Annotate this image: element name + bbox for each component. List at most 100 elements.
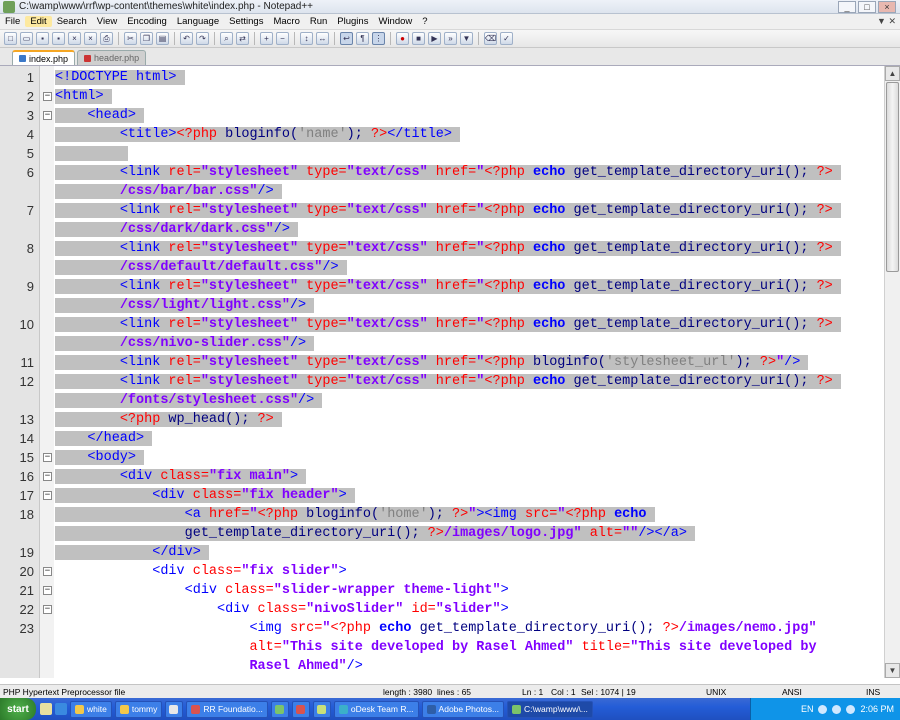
show-desktop-icon[interactable] <box>40 703 52 715</box>
taskbar-item[interactable] <box>270 700 289 718</box>
menu-plugins[interactable]: Plugins <box>332 16 373 27</box>
code-line[interactable]: 12 <link rel="stylesheet" type="text/css… <box>0 372 884 391</box>
taskbar-item[interactable] <box>165 700 184 718</box>
maximize-button[interactable]: □ <box>858 1 876 13</box>
code-line[interactable]: 5 <box>0 144 884 163</box>
wrap-icon[interactable]: ↩ <box>340 32 353 45</box>
tray-icon[interactable] <box>832 704 842 714</box>
code-editor[interactable]: 1 <!DOCTYPE html> 2− <html> 3− <head> 4 <t… <box>0 66 884 678</box>
taskbar-item[interactable] <box>312 700 331 718</box>
code-line[interactable]: /css/dark/dark.css"/> <box>0 220 884 239</box>
taskbar-item[interactable]: RR Foundatio... <box>186 700 268 718</box>
code-line[interactable]: /css/light/light.css"/> <box>0 296 884 315</box>
zoom-out-icon[interactable]: − <box>276 32 289 45</box>
menu-macro[interactable]: Macro <box>268 16 304 27</box>
vertical-scrollbar[interactable]: ▲ ▼ <box>884 66 900 678</box>
code-line[interactable]: /css/default/default.css"/> <box>0 258 884 277</box>
save-macro-icon[interactable]: ▼ <box>460 32 473 45</box>
record-icon[interactable]: ● <box>396 32 409 45</box>
play-multi-icon[interactable]: » <box>444 32 457 45</box>
code-line[interactable]: 8 <link rel="stylesheet" type="text/css"… <box>0 239 884 258</box>
code-line[interactable]: 3− <head> <box>0 106 884 125</box>
code-line[interactable]: 15− <body> <box>0 448 884 467</box>
code-line[interactable]: 11 <link rel="stylesheet" type="text/css… <box>0 353 884 372</box>
taskbar-item[interactable]: tommy <box>114 700 163 718</box>
menu-window[interactable]: Window <box>373 16 417 27</box>
menu-run[interactable]: Run <box>305 16 332 27</box>
spell-icon[interactable]: ✓ <box>500 32 513 45</box>
code-line[interactable]: 1 <!DOCTYPE html> <box>0 68 884 87</box>
stop-icon[interactable]: ■ <box>412 32 425 45</box>
replace-icon[interactable]: ⇄ <box>236 32 249 45</box>
menu-edit[interactable]: Edit <box>25 16 52 27</box>
menu-help[interactable]: ? <box>417 16 432 27</box>
ie-icon[interactable] <box>55 703 67 715</box>
menu-settings[interactable]: Settings <box>224 16 268 27</box>
code-line[interactable]: 20− <div class="fix slider"> <box>0 562 884 581</box>
tray-icon[interactable] <box>818 704 828 714</box>
indent-guide-icon[interactable]: ⋮ <box>372 32 385 45</box>
print-icon[interactable]: ⎙ <box>100 32 113 45</box>
fold-toggle-icon[interactable]: − <box>43 111 52 120</box>
new-icon[interactable]: □ <box>4 32 17 45</box>
code-line[interactable]: 13 <?php wp_head(); ?> <box>0 410 884 429</box>
code-line[interactable]: 16− <div class="fix main"> <box>0 467 884 486</box>
code-line[interactable]: /css/bar/bar.css"/> <box>0 182 884 201</box>
menu-language[interactable]: Language <box>172 16 224 27</box>
tab-index-php[interactable]: index.php <box>12 50 76 65</box>
tab-header-php[interactable]: header.php <box>77 50 147 65</box>
redo-icon[interactable]: ↷ <box>196 32 209 45</box>
code-line[interactable]: 18 <a href="<?php bloginfo('home'); ?>">… <box>0 505 884 524</box>
close-button[interactable]: × <box>878 1 896 13</box>
minimize-button[interactable]: _ <box>838 1 856 13</box>
code-line[interactable]: 21− <div class="slider-wrapper theme-lig… <box>0 581 884 600</box>
code-line[interactable]: /fonts/stylesheet.css"/> <box>0 391 884 410</box>
menu-search[interactable]: Search <box>52 16 92 27</box>
scroll-up-icon[interactable]: ▲ <box>885 66 900 81</box>
code-line[interactable]: 19 </div> <box>0 543 884 562</box>
close-all-icon[interactable]: × <box>84 32 97 45</box>
code-line[interactable]: 10 <link rel="stylesheet" type="text/css… <box>0 315 884 334</box>
paste-icon[interactable]: ▤ <box>156 32 169 45</box>
menu-encoding[interactable]: Encoding <box>122 16 172 27</box>
menu-file[interactable]: File <box>0 16 25 27</box>
undo-icon[interactable]: ↶ <box>180 32 193 45</box>
taskbar-item[interactable]: Adobe Photos... <box>421 700 505 718</box>
code-line[interactable]: 17− <div class="fix header"> <box>0 486 884 505</box>
scroll-down-icon[interactable]: ▼ <box>885 663 900 678</box>
play-icon[interactable]: ▶ <box>428 32 441 45</box>
code-line[interactable]: get_template_directory_uri(); ?>/images/… <box>0 524 884 543</box>
taskbar-item[interactable] <box>291 700 310 718</box>
code-line[interactable]: 6 <link rel="stylesheet" type="text/css"… <box>0 163 884 182</box>
taskbar-item[interactable]: white <box>70 700 112 718</box>
fold-toggle-icon[interactable]: − <box>43 92 52 101</box>
code-line[interactable]: 7 <link rel="stylesheet" type="text/css"… <box>0 201 884 220</box>
volume-icon[interactable] <box>846 704 856 714</box>
taskbar-item[interactable]: oDesk Team R... <box>333 700 419 718</box>
menu-view[interactable]: View <box>92 16 122 27</box>
save-all-icon[interactable]: ▪ <box>52 32 65 45</box>
scroll-thumb[interactable] <box>886 82 899 272</box>
save-icon[interactable]: ▪ <box>36 32 49 45</box>
code-line[interactable]: 14 </head> <box>0 429 884 448</box>
fold-toggle-icon[interactable]: − <box>43 605 52 614</box>
code-line[interactable]: 9 <link rel="stylesheet" type="text/css"… <box>0 277 884 296</box>
code-line[interactable]: /css/nivo-slider.css"/> <box>0 334 884 353</box>
sync-h-icon[interactable]: ↔ <box>316 32 329 45</box>
close-icon[interactable]: × <box>68 32 81 45</box>
start-button[interactable]: start <box>0 698 36 720</box>
code-line[interactable]: 4 <title><?php bloginfo('name'); ?></tit… <box>0 125 884 144</box>
copy-icon[interactable]: ❐ <box>140 32 153 45</box>
trim-icon[interactable]: ⌫ <box>484 32 497 45</box>
fold-toggle-icon[interactable]: − <box>43 491 52 500</box>
language-indicator[interactable]: EN <box>801 704 814 714</box>
code-line[interactable]: alt="This site developed by Rasel Ahmed"… <box>0 638 884 657</box>
fold-toggle-icon[interactable]: − <box>43 453 52 462</box>
code-line[interactable]: Rasel Ahmed"/> <box>0 657 884 676</box>
code-line[interactable]: 2− <html> <box>0 87 884 106</box>
open-icon[interactable]: ▭ <box>20 32 33 45</box>
document-controls[interactable]: ▼ ✕ <box>877 16 896 27</box>
sync-v-icon[interactable]: ↕ <box>300 32 313 45</box>
fold-toggle-icon[interactable]: − <box>43 472 52 481</box>
code-line[interactable]: 22− <div class="nivoSlider" id="slider"> <box>0 600 884 619</box>
